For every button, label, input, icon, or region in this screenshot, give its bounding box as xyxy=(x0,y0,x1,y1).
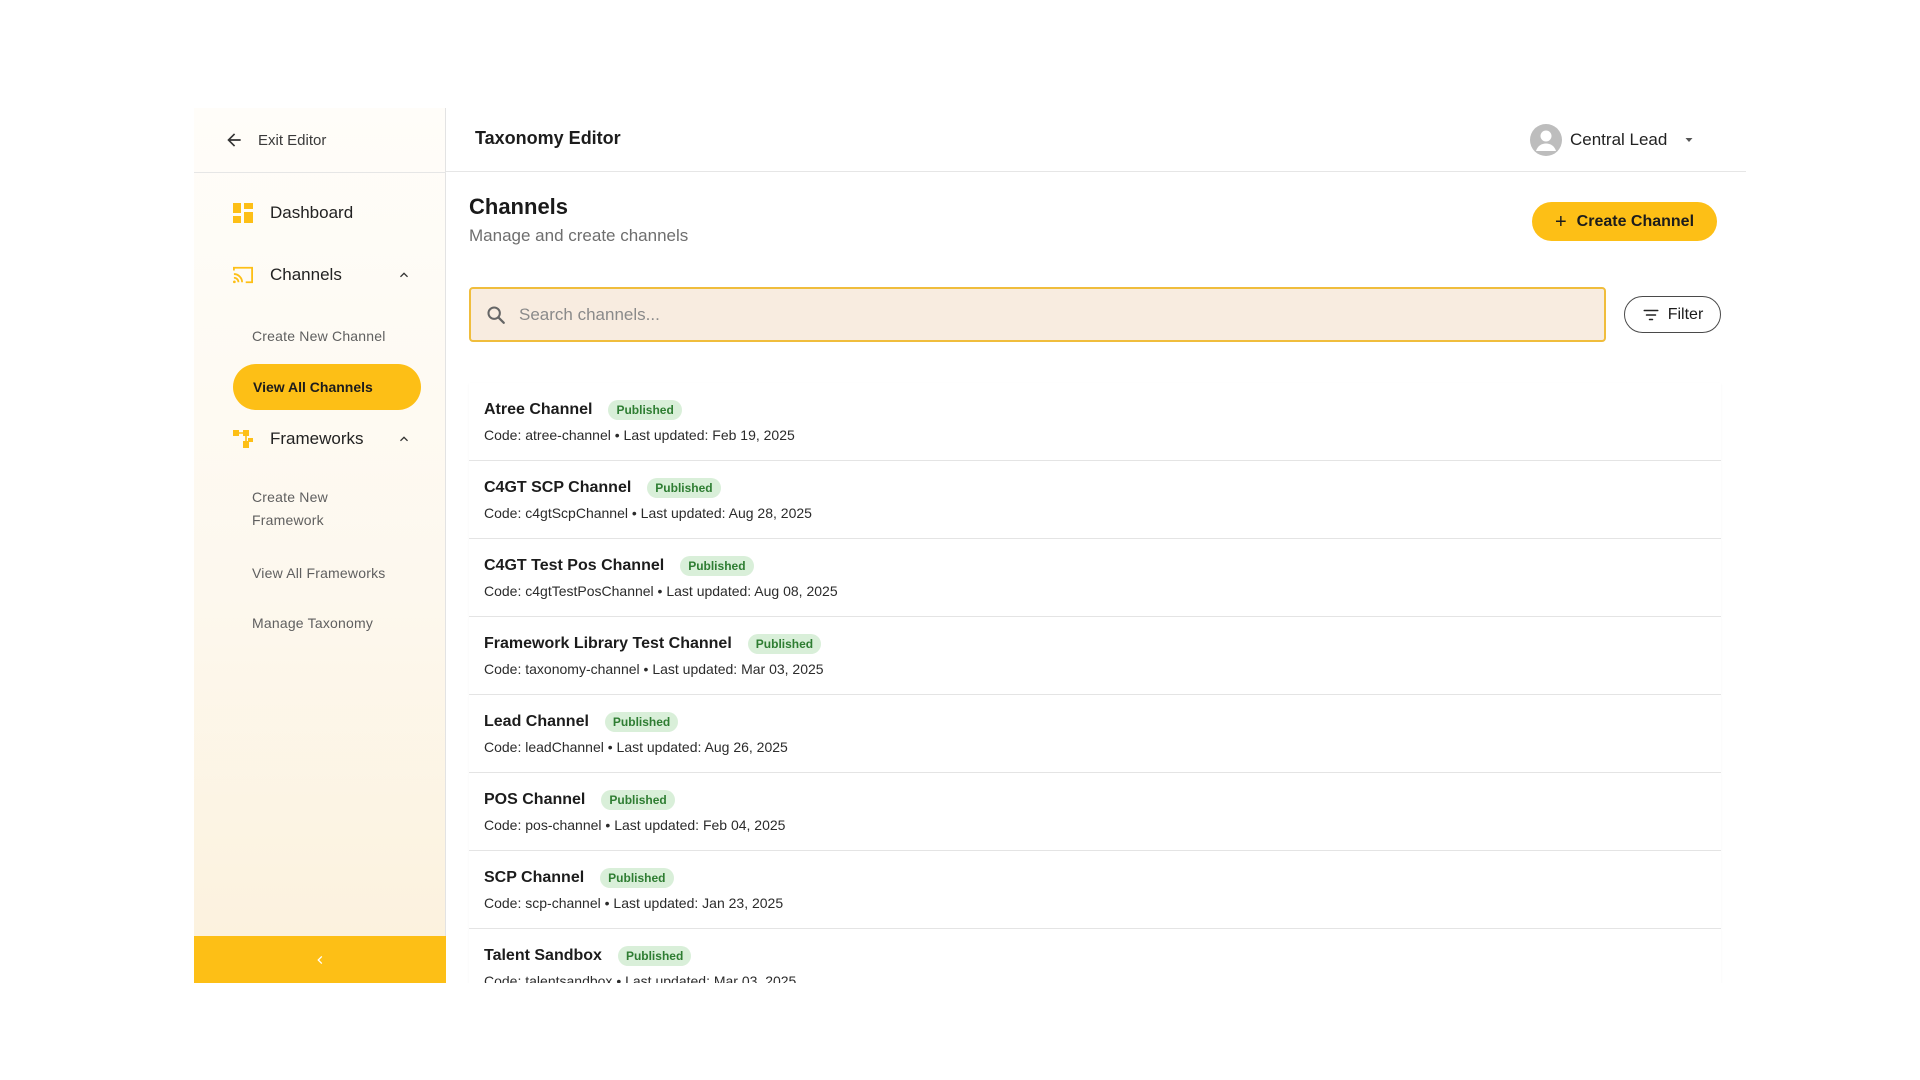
status-badge: Published xyxy=(617,946,692,966)
user-icon xyxy=(1536,130,1556,151)
cast-icon xyxy=(232,264,254,286)
page-subtitle: Manage and create channels xyxy=(469,226,689,245)
channel-name: C4GT Test Pos Channel xyxy=(484,557,665,574)
channel-name: POS Channel xyxy=(484,791,586,808)
app-window: Exit Editor Dashboard Channels Create Ne… xyxy=(194,108,1746,983)
sidebar-subitem-create-new-channel[interactable]: Create New Channel xyxy=(252,325,402,348)
exit-editor-label: Exit Editor xyxy=(258,131,327,149)
channel-row[interactable]: C4GT Test Pos Channel Published Code: c4gt… xyxy=(469,539,1721,617)
create-channel-label: Create Channel xyxy=(1576,212,1695,230)
status-badge: Published xyxy=(680,556,754,576)
channel-meta: Code: c4gtScpChannel • Last updated: Aug… xyxy=(484,505,812,521)
status-badge: Published xyxy=(601,790,675,810)
status-badge: Published xyxy=(608,400,682,420)
search-box[interactable] xyxy=(469,287,1606,342)
channel-row[interactable]: SCP Channel Published Code: scp-channel • … xyxy=(469,851,1721,929)
page-title: Channels xyxy=(469,194,569,219)
dashboard-icon xyxy=(232,202,254,224)
sidebar-item-dashboard[interactable]: Dashboard xyxy=(232,202,412,224)
channel-row-header: Atree Channel Published xyxy=(484,399,1721,421)
sidebar-subitem-view-all-channels[interactable]: View All Channels xyxy=(233,364,421,410)
status-badge: Published xyxy=(747,634,822,654)
channel-name: C4GT SCP Channel xyxy=(484,479,632,496)
search-icon xyxy=(487,305,505,324)
channel-meta: Code: talentsandbox • Last updated: Mar … xyxy=(484,973,797,983)
sidebar-collapse-button[interactable] xyxy=(194,936,446,983)
filter-button[interactable]: Filter xyxy=(1624,296,1721,333)
hierarchy-icon xyxy=(232,428,254,450)
main-content: Taxonomy Editor Central Lead Channels Ma… xyxy=(446,108,1746,983)
sidebar-subitem-manage-taxonomy[interactable]: Manage Taxonomy xyxy=(252,612,402,635)
create-channel-button[interactable]: + Create Channel xyxy=(1532,202,1717,241)
chevron-up-icon[interactable] xyxy=(396,431,412,447)
sidebar-item-label: Frameworks xyxy=(270,429,364,448)
sidebar-subitem-view-all-frameworks[interactable]: View All Frameworks xyxy=(252,562,402,585)
sidebar-item-frameworks[interactable]: Frameworks xyxy=(232,428,412,450)
channel-name: Atree Channel xyxy=(484,401,593,418)
channel-meta: Code: atree-channel • Last updated: Feb … xyxy=(484,427,795,443)
arrow-left-icon xyxy=(227,133,241,147)
channel-row[interactable]: C4GT SCP Channel Published Code: c4gtScpCh… xyxy=(469,461,1721,539)
status-badge: Published xyxy=(604,712,679,732)
filter-icon xyxy=(1643,309,1659,320)
sidebar-item-label: Dashboard xyxy=(270,203,354,222)
channel-row-header: POS Channel Published xyxy=(484,789,1721,811)
channel-meta: Code: scp-channel • Last updated: Jan 23… xyxy=(484,895,784,911)
sidebar-item-label: Channels xyxy=(270,265,342,284)
chevron-up-icon[interactable] xyxy=(396,267,412,283)
channel-name: Lead Channel xyxy=(484,713,589,730)
search-input[interactable] xyxy=(519,304,1519,325)
channel-row[interactable]: Talent Sandbox Published Code: talentsandb… xyxy=(469,929,1721,983)
channel-row[interactable]: POS Channel Published Code: pos-channel • … xyxy=(469,773,1721,851)
channel-row-header: SCP Channel Published xyxy=(484,867,1721,889)
sidebar-item-channels[interactable]: Channels xyxy=(232,264,412,286)
channel-meta: Code: taxonomy-channel • Last updated: M… xyxy=(484,661,824,677)
channel-row-header: Framework Library Test Channel Published xyxy=(484,633,1721,655)
channel-meta: Code: pos-channel • Last updated: Feb 04… xyxy=(484,817,786,833)
channel-meta: Code: leadChannel • Last updated: Aug 26… xyxy=(484,739,788,755)
user-name: Central Lead xyxy=(1570,130,1668,149)
channel-row-header: C4GT SCP Channel Published xyxy=(484,477,1721,499)
channel-meta: Code: c4gtTestPosChannel • Last updated:… xyxy=(484,583,838,599)
caret-down-icon xyxy=(1685,138,1693,142)
channel-name: Talent Sandbox xyxy=(484,947,602,964)
status-badge: Published xyxy=(647,478,721,498)
channel-name: Framework Library Test Channel xyxy=(484,635,732,652)
user-menu[interactable]: Central Lead xyxy=(1530,124,1695,156)
channel-list: Atree Channel Published Code: atree-channe… xyxy=(469,383,1721,983)
sidebar-subitem-create-new-framework[interactable]: Create New Framework xyxy=(252,486,362,532)
sidebar: Exit Editor Dashboard Channels Create Ne… xyxy=(194,108,446,983)
app-title: Taxonomy Editor xyxy=(475,128,621,148)
channel-row-header: Lead Channel Published xyxy=(484,711,1721,733)
channel-row-header: Talent Sandbox Published xyxy=(484,945,1721,967)
exit-editor-button[interactable]: Exit Editor xyxy=(194,108,446,173)
top-bar: Taxonomy Editor Central Lead xyxy=(446,108,1746,172)
chevron-left-icon xyxy=(317,955,323,964)
channel-name: SCP Channel xyxy=(484,869,585,886)
channel-row[interactable]: Atree Channel Published Code: atree-channe… xyxy=(469,383,1721,461)
channel-row[interactable]: Framework Library Test Channel Published C… xyxy=(469,617,1721,695)
plus-icon: + xyxy=(1554,210,1567,233)
channel-row-header: C4GT Test Pos Channel Published xyxy=(484,555,1721,577)
avatar xyxy=(1530,124,1562,156)
status-badge: Published xyxy=(600,868,674,888)
channel-row[interactable]: Lead Channel Published Code: leadChannel •… xyxy=(469,695,1721,773)
filter-label: Filter xyxy=(1667,305,1704,323)
